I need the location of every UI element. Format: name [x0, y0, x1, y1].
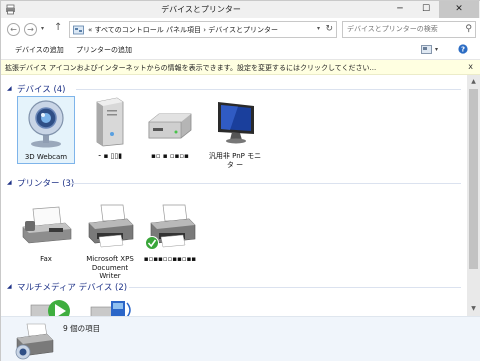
group-header-multimedia[interactable]: マルチメディア デバイス (2)	[17, 281, 127, 293]
minimize-button[interactable]: ─	[387, 1, 413, 18]
devices-and-printers-window: デバイスとプリンター ─ ☐ ✕ ← → ▾ ↑ « すべてのコントロール パネ…	[0, 0, 480, 361]
window-title: デバイスとプリンター	[161, 5, 241, 14]
device-computer[interactable]: ⁃ ▪ ▯▯▮	[81, 96, 139, 161]
device-label: ▪▫ ▪ ▫▪▫▪	[151, 152, 189, 160]
address-box[interactable]: « すべてのコントロール パネル項目 › デバイスとプリンター ▾ ↻	[69, 21, 337, 38]
group-header-devices[interactable]: デバイス (4)	[17, 83, 66, 95]
collapse-arrow-icon[interactable]: ◢	[7, 85, 12, 92]
close-button[interactable]: ✕	[439, 1, 479, 18]
media-player-icon[interactable]	[29, 297, 79, 316]
address-history-chevron-icon[interactable]: ▾	[317, 25, 320, 32]
details-pane: 9 個の項目	[1, 316, 480, 361]
vertical-scrollbar[interactable]: ▲ ▼	[467, 75, 480, 316]
device-3d-webcam[interactable]: 3D Webcam	[17, 96, 75, 164]
add-printer-button[interactable]: プリンターの追加	[76, 45, 132, 55]
info-bar-message[interactable]: 拡張デバイス アイコンおよびインターネットからの情報を表示できます。設定を変更す…	[5, 63, 376, 73]
item-count: 9 個の項目	[63, 324, 101, 333]
device-label: ⁃ ▪ ▯▯▮	[97, 152, 123, 160]
device-monitor[interactable]: 汎用非 PnP モニタ ー	[206, 96, 264, 169]
printer-default[interactable]: ▪▫▪▪▫▫▪▪▫▪▪	[141, 199, 199, 264]
forward-button[interactable]: →	[24, 23, 37, 36]
breadcrumb[interactable]: « すべてのコントロール パネル項目 › デバイスとプリンター	[88, 25, 278, 35]
help-icon[interactable]: ?	[458, 44, 468, 54]
info-bar[interactable]: 拡張デバイス アイコンおよびインターネットからの情報を表示できます。設定を変更す…	[1, 60, 480, 75]
info-bar-close-button[interactable]: x	[468, 62, 473, 71]
scroll-up-arrow-icon[interactable]: ▲	[467, 76, 480, 88]
group-header-printers[interactable]: プリンター (3)	[17, 177, 74, 189]
printer-microsoft-xps[interactable]: Microsoft XPS Document Writer	[81, 199, 139, 281]
group-divider	[129, 287, 461, 288]
printer-icon	[88, 204, 134, 248]
refresh-icon[interactable]: ↻	[325, 24, 333, 34]
search-icon[interactable]: ⚲	[465, 24, 472, 34]
maximize-button[interactable]: ☐	[413, 1, 439, 18]
webcam-icon	[28, 100, 64, 148]
devices-printers-icon	[15, 323, 54, 360]
device-external-drive[interactable]: ▪▫ ▪ ▫▪▫▪	[141, 96, 199, 161]
command-bar: デバイスの追加 プリンターの追加 ▾ ?	[1, 40, 480, 60]
group-divider	[76, 89, 461, 90]
search-input[interactable]	[347, 25, 457, 33]
device-label: 汎用非 PnP モニタ ー	[208, 152, 262, 169]
external-drive-icon	[148, 113, 192, 139]
back-button[interactable]: ←	[7, 23, 20, 36]
media-device-icon[interactable]	[89, 297, 135, 316]
view-options-icon[interactable]	[421, 45, 432, 54]
printer-fax[interactable]: Fax	[17, 199, 75, 264]
address-bar-row: ← → ▾ ↑ « すべてのコントロール パネル項目 › デバイスとプリンター …	[1, 18, 480, 40]
device-label: 3D Webcam	[24, 153, 68, 161]
search-box[interactable]: ⚲	[342, 21, 476, 38]
svg-text:?: ?	[461, 46, 465, 54]
scrollbar-thumb[interactable]	[469, 89, 478, 269]
title-bar[interactable]: デバイスとプリンター ─ ☐ ✕	[1, 1, 480, 18]
default-printer-icon	[145, 204, 196, 250]
view-chevron-icon[interactable]: ▾	[435, 46, 438, 53]
computer-tower-icon	[96, 97, 124, 147]
device-label: Fax	[40, 255, 52, 263]
collapse-arrow-icon[interactable]: ◢	[7, 283, 12, 290]
control-panel-icon	[73, 25, 84, 35]
recent-locations-chevron-icon[interactable]: ▾	[41, 25, 44, 32]
add-device-button[interactable]: デバイスの追加	[15, 45, 64, 55]
collapse-arrow-icon[interactable]: ◢	[7, 179, 12, 186]
group-divider	[71, 183, 461, 184]
fax-icon	[22, 206, 72, 244]
device-view: ◢ デバイス (4) 3D Webcam ⁃ ▪ ▯▯▮ ▪▫ ▪ ▫▪▫▪ 汎…	[1, 75, 467, 316]
monitor-icon	[218, 102, 254, 144]
scroll-down-arrow-icon[interactable]: ▼	[467, 303, 480, 315]
up-arrow-icon[interactable]: ↑	[54, 22, 62, 33]
device-label: Microsoft XPS Document Writer	[86, 255, 134, 280]
device-label: ▪▫▪▪▫▫▪▪▫▪▪	[143, 255, 197, 263]
